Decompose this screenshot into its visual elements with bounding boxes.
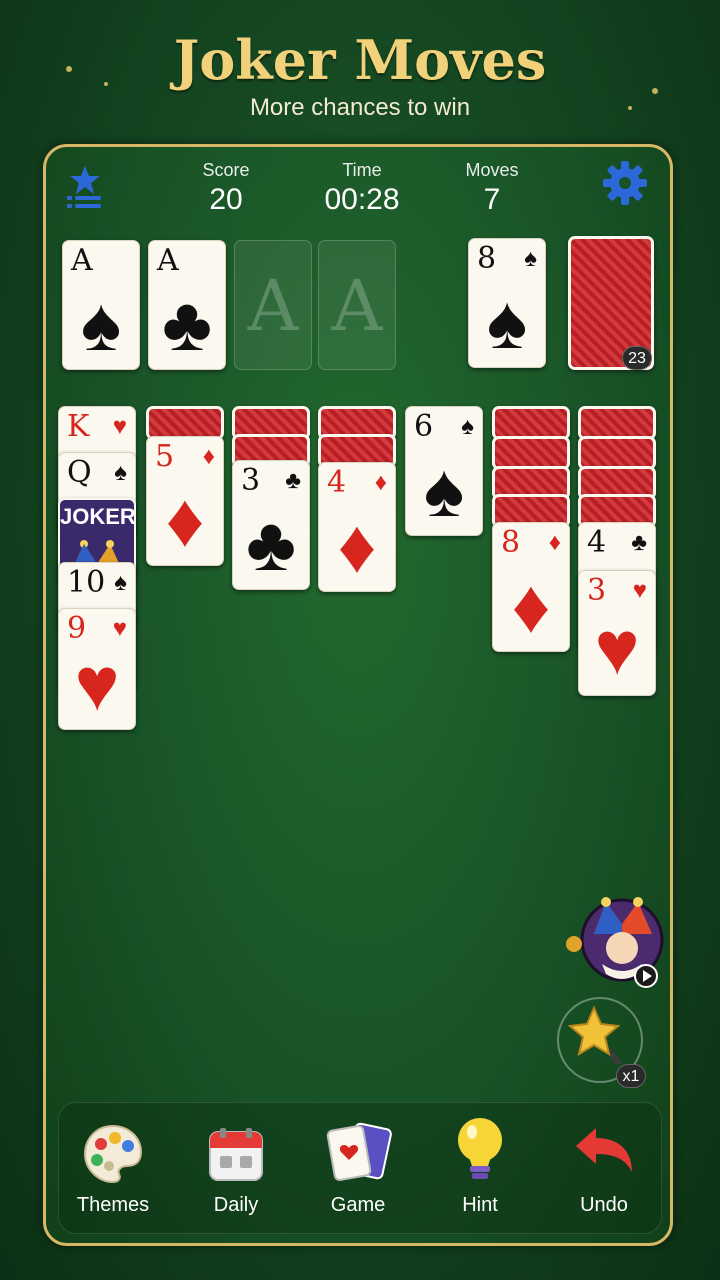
undo-button[interactable]: Undo: [549, 1114, 659, 1217]
tableau-card[interactable]: 4 ♦ ♦: [318, 462, 396, 592]
settings-gear-icon[interactable]: [602, 160, 648, 206]
card-suit: ♦: [511, 564, 551, 649]
card-suit-small: ♠: [114, 459, 127, 486]
hint-button[interactable]: Hint: [425, 1114, 535, 1217]
face-down-card: [146, 406, 224, 440]
moves-stat: Moves 7: [432, 160, 552, 217]
calendar-icon: [209, 1128, 263, 1181]
card-suit: ♠: [80, 282, 122, 367]
card-rank: 6: [414, 409, 434, 444]
card-suit: ♥: [594, 606, 640, 691]
card-suit: ♣: [162, 282, 212, 367]
joker-label: JOKER: [60, 504, 136, 529]
tableau-card[interactable]: 6 ♠ ♠: [405, 406, 483, 536]
wand-count-badge: x1: [616, 1064, 646, 1088]
card-suit-small: ♦: [548, 529, 561, 556]
cards-icon: [326, 1122, 392, 1181]
time-value: 00:28: [324, 183, 400, 216]
card-suit: ♦: [337, 504, 377, 589]
game-button[interactable]: Game: [303, 1114, 413, 1217]
tableau-card[interactable]: 3 ♥ ♥: [578, 570, 656, 696]
daily-label: Daily: [213, 1194, 259, 1216]
card-suit-small: ♣: [631, 529, 647, 556]
score-stat: Score 20: [166, 160, 286, 217]
tableau-card[interactable]: 9 ♥ ♥: [58, 608, 136, 730]
face-down-card: [578, 436, 656, 470]
moves-value: 7: [483, 183, 501, 216]
card-suit: ♦: [165, 478, 205, 563]
foundation-empty-slot[interactable]: A: [318, 240, 396, 370]
card-rank: 5: [155, 439, 175, 474]
tableau-card[interactable]: 5 ♦ ♦: [146, 436, 224, 566]
card-suit: ♠: [423, 448, 465, 533]
card-rank: 4: [587, 525, 607, 560]
card-rank: 3: [587, 573, 607, 608]
card-suit-small: ♠: [114, 569, 127, 596]
card-suit-small: ♥: [112, 413, 127, 440]
card-suit-small: ♦: [374, 469, 387, 496]
palette-icon: [83, 1124, 143, 1184]
time-stat: Time 00:28: [302, 160, 422, 217]
card-suit-small: ♥: [112, 615, 127, 642]
card-rank: 8: [477, 241, 497, 276]
card-rank: Q: [67, 455, 92, 490]
themes-button[interactable]: Themes: [58, 1114, 168, 1217]
stock-count-badge: 23: [622, 346, 652, 370]
card-rank: A: [157, 243, 179, 278]
undo-label: Undo: [580, 1194, 628, 1216]
daily-button[interactable]: Daily: [181, 1114, 291, 1217]
moves-label: Moves: [465, 160, 519, 180]
card-suit-small: ♥: [632, 577, 647, 604]
joker-powerup-button[interactable]: [560, 894, 666, 990]
tableau-card[interactable]: 3 ♣ ♣: [232, 460, 310, 590]
card-suit-small: ♠: [461, 413, 474, 440]
card-rank: A: [71, 243, 93, 278]
score-label: Score: [202, 160, 250, 180]
foundation-spades[interactable]: A ♠: [62, 240, 140, 370]
card-suit: ♠: [486, 280, 528, 365]
lightbulb-icon: [458, 1118, 502, 1179]
card-rank: 4: [327, 465, 347, 500]
page-subtitle: More chances to win: [249, 94, 471, 121]
waste-card[interactable]: 8 ♠ ♠: [468, 238, 546, 368]
card-rank: 8: [501, 525, 521, 560]
card-suit-small: ♣: [285, 467, 301, 494]
card-rank: 10: [67, 565, 106, 600]
hint-label: Hint: [462, 1194, 498, 1216]
card-rank: K: [67, 409, 90, 444]
score-value: 20: [209, 183, 243, 216]
card-rank: 3: [241, 463, 261, 498]
page-title: Joker Moves: [173, 28, 547, 92]
undo-arrow-icon: [576, 1128, 632, 1172]
leaderboard-icon[interactable]: [64, 164, 106, 214]
foundation-clubs[interactable]: A ♣: [148, 240, 226, 370]
foundation-empty-slot[interactable]: A: [234, 240, 312, 370]
tableau-card[interactable]: 8 ♦ ♦: [492, 522, 570, 652]
themes-label: Themes: [76, 1194, 150, 1216]
card-suit: ♣: [246, 502, 296, 587]
card-suit-small: ♠: [524, 245, 537, 272]
face-down-card: [492, 406, 570, 440]
face-down-card: [578, 406, 656, 440]
game-label: Game: [330, 1194, 386, 1216]
face-down-card: [492, 436, 570, 470]
card-suit: ♥: [74, 642, 120, 727]
card-suit-small: ♦: [202, 443, 215, 470]
time-label: Time: [342, 160, 382, 180]
